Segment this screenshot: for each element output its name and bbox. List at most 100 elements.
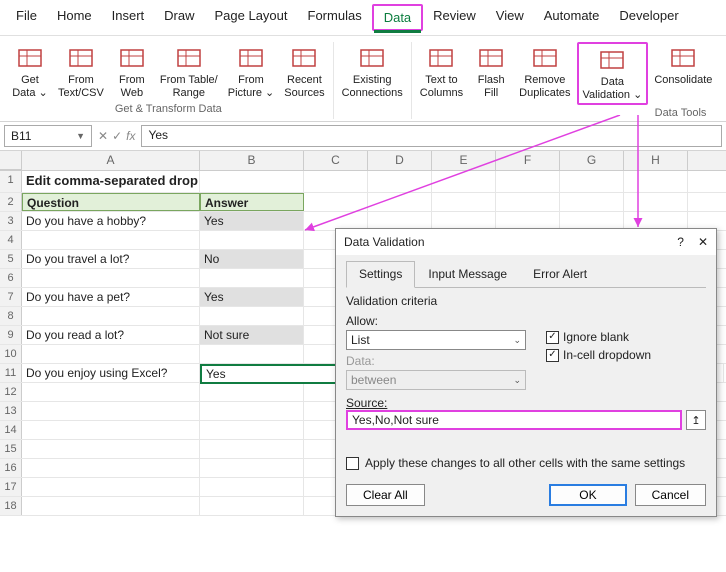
cell-B5[interactable]: No <box>200 250 304 268</box>
enter-icon[interactable]: ✓ <box>112 129 122 143</box>
cell-A16[interactable] <box>22 459 200 477</box>
ribbon-from-table-range[interactable]: From Table/Range <box>156 42 222 101</box>
row-header[interactable]: 14 <box>0 421 22 439</box>
fx-icon[interactable]: fx <box>126 129 135 143</box>
row-header[interactable]: 4 <box>0 231 22 249</box>
cell-B7[interactable]: Yes <box>200 288 304 306</box>
cell-A8[interactable] <box>22 307 200 325</box>
cell-A9[interactable]: Do you read a lot? <box>22 326 200 344</box>
cell-A12[interactable] <box>22 383 200 401</box>
row-header[interactable]: 10 <box>0 345 22 363</box>
row-header[interactable]: 1 <box>0 171 22 192</box>
menu-tab-data[interactable]: Data <box>372 4 423 31</box>
ignore-blank-checkbox[interactable]: ✓Ignore blank <box>546 330 651 344</box>
row-header[interactable]: 11 <box>0 364 22 382</box>
menu-tab-insert[interactable]: Insert <box>102 4 155 31</box>
menu-tab-automate[interactable]: Automate <box>534 4 610 31</box>
column-header-D[interactable]: D <box>368 151 432 170</box>
ribbon-from-web[interactable]: FromWeb <box>110 42 154 101</box>
cell-F1[interactable] <box>496 171 560 192</box>
cell-A17[interactable] <box>22 478 200 496</box>
cell-A14[interactable] <box>22 421 200 439</box>
range-picker-button[interactable]: ↥ <box>686 410 706 430</box>
ok-button[interactable]: OK <box>549 484 626 506</box>
ribbon-text-to-columns[interactable]: Text toColumns <box>416 42 467 105</box>
name-box[interactable]: B11 ▼ <box>4 125 92 147</box>
cell-B10[interactable] <box>200 345 304 363</box>
column-header-F[interactable]: F <box>496 151 560 170</box>
dialog-tab-settings[interactable]: Settings <box>346 261 415 288</box>
cell-B15[interactable] <box>200 440 304 458</box>
cell-A6[interactable] <box>22 269 200 287</box>
cell-B3[interactable]: Yes <box>200 212 304 230</box>
chevron-down-icon[interactable]: ▼ <box>76 131 85 141</box>
cell-A18[interactable] <box>22 497 200 515</box>
source-input[interactable]: Yes,No,Not sure <box>346 410 682 430</box>
incell-dropdown-checkbox[interactable]: ✓In-cell dropdown <box>546 348 651 362</box>
cell-A3[interactable]: Do you have a hobby? <box>22 212 200 230</box>
cell-A5[interactable]: Do you travel a lot? <box>22 250 200 268</box>
cell-A7[interactable]: Do you have a pet? <box>22 288 200 306</box>
row-header[interactable]: 13 <box>0 402 22 420</box>
row-header[interactable]: 15 <box>0 440 22 458</box>
row-header[interactable]: 9 <box>0 326 22 344</box>
row-header[interactable]: 6 <box>0 269 22 287</box>
apply-all-checkbox[interactable]: Apply these changes to all other cells w… <box>346 456 706 470</box>
cell-B4[interactable] <box>200 231 304 249</box>
cell-B13[interactable] <box>200 402 304 420</box>
column-header-E[interactable]: E <box>432 151 496 170</box>
cell-A15[interactable] <box>22 440 200 458</box>
cell-E2[interactable] <box>432 193 496 211</box>
dialog-tab-error-alert[interactable]: Error Alert <box>520 261 600 287</box>
clear-all-button[interactable]: Clear All <box>346 484 425 506</box>
row-header[interactable]: 18 <box>0 497 22 515</box>
select-all-corner[interactable] <box>0 151 22 170</box>
cell-G2[interactable] <box>560 193 624 211</box>
cell-A4[interactable] <box>22 231 200 249</box>
menu-tab-view[interactable]: View <box>486 4 534 31</box>
cell-B11[interactable]: Yes▼ <box>200 364 340 384</box>
cell-C1[interactable] <box>304 171 368 192</box>
cell-B17[interactable] <box>200 478 304 496</box>
cancel-button[interactable]: Cancel <box>635 484 706 506</box>
ribbon-remove-duplicates[interactable]: RemoveDuplicates <box>515 42 574 105</box>
dialog-tab-input-message[interactable]: Input Message <box>415 261 520 287</box>
row-header[interactable]: 17 <box>0 478 22 496</box>
ribbon-existing-connections[interactable]: ExistingConnections <box>338 42 407 101</box>
column-header-C[interactable]: C <box>304 151 368 170</box>
cell-F2[interactable] <box>496 193 560 211</box>
row-header[interactable]: 5 <box>0 250 22 268</box>
row-header[interactable]: 16 <box>0 459 22 477</box>
cell-B8[interactable] <box>200 307 304 325</box>
cell-B14[interactable] <box>200 421 304 439</box>
cell-A1[interactable]: Edit comma-separated drop down list <box>22 171 200 192</box>
cell-B2[interactable]: Answer <box>200 193 304 211</box>
cell-B1[interactable] <box>200 171 304 192</box>
column-header-H[interactable]: H <box>624 151 688 170</box>
close-button[interactable]: ✕ <box>698 235 708 249</box>
ribbon-flash-fill[interactable]: FlashFill <box>469 42 513 105</box>
cell-A2[interactable]: Question <box>22 193 200 211</box>
ribbon-from-picture[interactable]: FromPicture ⌄ <box>224 42 279 101</box>
cell-B9[interactable]: Not sure <box>200 326 304 344</box>
cell-A13[interactable] <box>22 402 200 420</box>
column-header-B[interactable]: B <box>200 151 304 170</box>
menu-tab-home[interactable]: Home <box>47 4 102 31</box>
menu-tab-draw[interactable]: Draw <box>154 4 204 31</box>
cell-H2[interactable] <box>624 193 688 211</box>
cell-C2[interactable] <box>304 193 368 211</box>
cell-A11[interactable]: Do you enjoy using Excel? <box>22 364 200 382</box>
row-header[interactable]: 12 <box>0 383 22 401</box>
ribbon-recent-sources[interactable]: RecentSources <box>280 42 328 101</box>
cancel-icon[interactable]: ✕ <box>98 129 108 143</box>
help-button[interactable]: ? <box>677 235 684 249</box>
cell-B18[interactable] <box>200 497 304 515</box>
ribbon-consolidate[interactable]: Consolidate <box>650 42 716 105</box>
cell-B16[interactable] <box>200 459 304 477</box>
menu-tab-file[interactable]: File <box>6 4 47 31</box>
cell-D1[interactable] <box>368 171 432 192</box>
allow-select[interactable]: List⌄ <box>346 330 526 350</box>
ribbon-from-text-csv[interactable]: FromText/CSV <box>54 42 108 101</box>
menu-tab-formulas[interactable]: Formulas <box>298 4 372 31</box>
cell-B6[interactable] <box>200 269 304 287</box>
